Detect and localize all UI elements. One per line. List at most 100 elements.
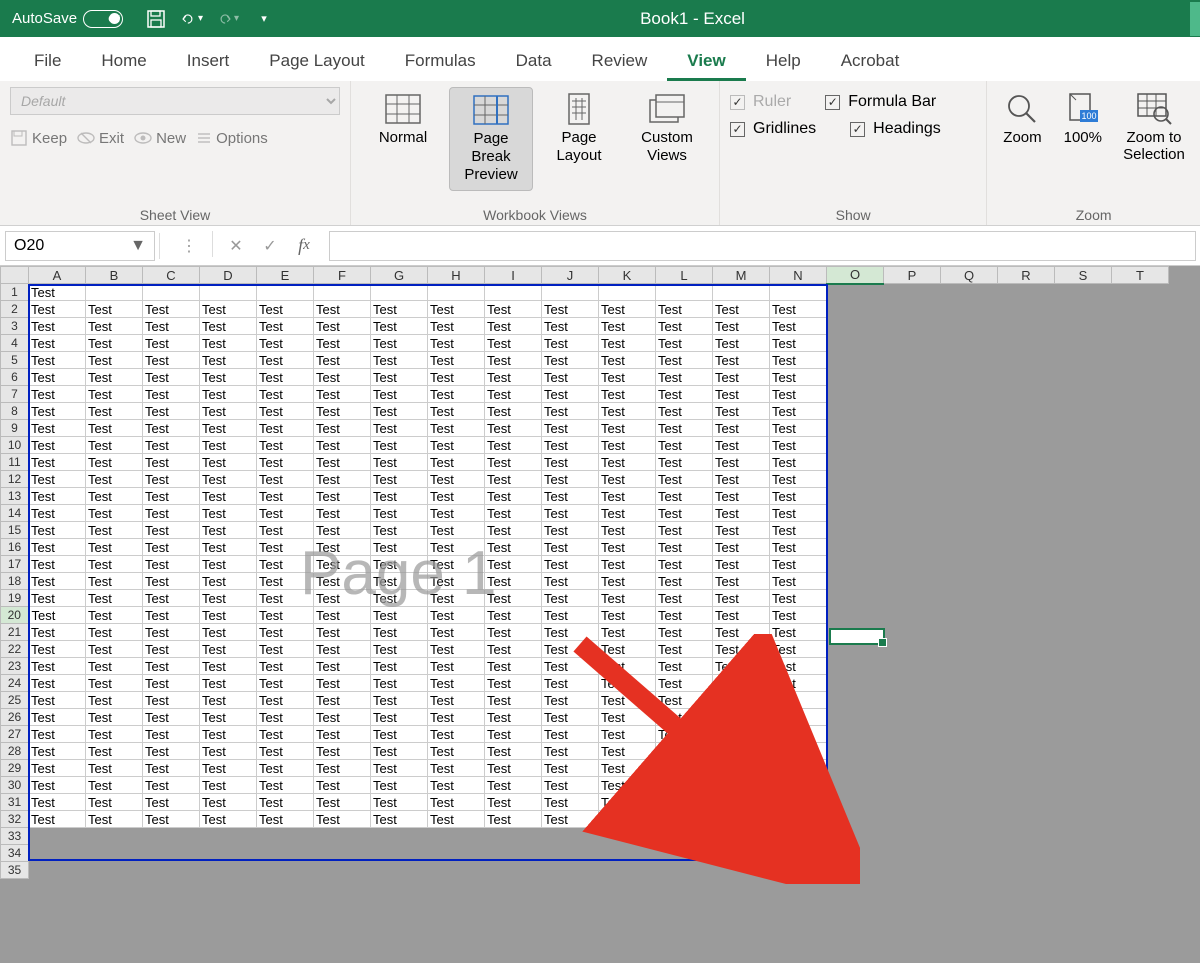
page-break-preview-button[interactable]: Page Break Preview <box>449 87 533 191</box>
cell[interactable]: Test <box>485 573 542 590</box>
cell[interactable] <box>998 522 1055 539</box>
cell[interactable] <box>998 488 1055 505</box>
cell[interactable] <box>827 692 884 709</box>
col-header-D[interactable]: D <box>200 267 257 284</box>
cell[interactable]: Test <box>485 386 542 403</box>
cell[interactable] <box>998 420 1055 437</box>
cell[interactable] <box>941 777 998 794</box>
cell[interactable]: Test <box>599 335 656 352</box>
row-header-15[interactable]: 15 <box>1 522 29 539</box>
cell[interactable]: Test <box>29 454 86 471</box>
cell[interactable]: Test <box>713 539 770 556</box>
cell[interactable]: Test <box>599 386 656 403</box>
cell[interactable]: Test <box>200 301 257 318</box>
cell[interactable]: Test <box>143 301 200 318</box>
cell[interactable]: Test <box>143 709 200 726</box>
cell[interactable] <box>1112 760 1169 777</box>
cell[interactable] <box>200 284 257 301</box>
cell[interactable] <box>1055 335 1112 352</box>
cell[interactable] <box>371 284 428 301</box>
cell[interactable]: Test <box>314 420 371 437</box>
cell[interactable]: Test <box>542 709 599 726</box>
cell[interactable]: Test <box>257 454 314 471</box>
cell[interactable] <box>827 658 884 675</box>
cell[interactable]: Test <box>713 301 770 318</box>
cell[interactable] <box>1055 301 1112 318</box>
cell[interactable]: Test <box>200 539 257 556</box>
cancel-icon[interactable]: ✕ <box>221 231 251 261</box>
cell[interactable] <box>257 828 314 845</box>
cell[interactable]: Test <box>257 573 314 590</box>
cell[interactable] <box>998 862 1055 879</box>
cell[interactable]: Test <box>200 335 257 352</box>
cell[interactable] <box>941 573 998 590</box>
cell[interactable]: Test <box>713 488 770 505</box>
cell[interactable]: Test <box>86 556 143 573</box>
cell[interactable] <box>998 811 1055 828</box>
cell[interactable]: Test <box>86 607 143 624</box>
cell[interactable]: Test <box>485 607 542 624</box>
cell[interactable]: Test <box>371 794 428 811</box>
cell[interactable]: Test <box>485 675 542 692</box>
cell[interactable]: Test <box>29 743 86 760</box>
cell[interactable] <box>941 692 998 709</box>
cell[interactable]: Test <box>485 743 542 760</box>
cell[interactable]: Test <box>599 743 656 760</box>
cell[interactable]: Test <box>542 726 599 743</box>
cell[interactable] <box>941 454 998 471</box>
cell[interactable]: Test <box>371 522 428 539</box>
cell[interactable] <box>941 352 998 369</box>
cell[interactable] <box>827 352 884 369</box>
col-header-Q[interactable]: Q <box>941 267 998 284</box>
cell[interactable]: Test <box>200 760 257 777</box>
cell[interactable]: Test <box>713 760 770 777</box>
cell[interactable] <box>998 539 1055 556</box>
cell[interactable] <box>884 318 941 335</box>
cell[interactable] <box>827 437 884 454</box>
cell[interactable]: Test <box>86 692 143 709</box>
cell[interactable] <box>998 403 1055 420</box>
cell[interactable]: Test <box>485 437 542 454</box>
cell[interactable]: Test <box>314 675 371 692</box>
cell[interactable]: Test <box>485 454 542 471</box>
cell[interactable]: Test <box>770 607 827 624</box>
cell[interactable] <box>770 284 827 301</box>
cell[interactable]: Test <box>200 692 257 709</box>
cell[interactable] <box>1112 607 1169 624</box>
cell[interactable]: Test <box>86 658 143 675</box>
cell[interactable]: Test <box>770 539 827 556</box>
cell[interactable]: Test <box>599 777 656 794</box>
cell[interactable]: Test <box>371 641 428 658</box>
cell[interactable]: Test <box>257 403 314 420</box>
tab-data[interactable]: Data <box>496 41 572 81</box>
cell[interactable] <box>998 828 1055 845</box>
cell[interactable]: Test <box>599 454 656 471</box>
cell[interactable]: Test <box>770 403 827 420</box>
cell[interactable]: Test <box>485 641 542 658</box>
cell[interactable] <box>827 369 884 386</box>
cell[interactable] <box>827 760 884 777</box>
row-header-2[interactable]: 2 <box>1 301 29 318</box>
page-layout-button[interactable]: Page Layout <box>537 87 621 191</box>
cell[interactable]: Test <box>371 335 428 352</box>
cell[interactable] <box>542 828 599 845</box>
cell[interactable]: Test <box>314 794 371 811</box>
cell[interactable]: Test <box>29 590 86 607</box>
cell[interactable] <box>1112 777 1169 794</box>
cell[interactable]: Test <box>713 658 770 675</box>
cell[interactable]: Test <box>599 488 656 505</box>
redo-icon[interactable]: ▾ <box>217 8 239 30</box>
cell[interactable]: Test <box>29 386 86 403</box>
cell[interactable]: Test <box>485 539 542 556</box>
save-icon[interactable] <box>145 8 167 30</box>
cell[interactable]: Test <box>314 743 371 760</box>
col-header-O[interactable]: O <box>827 267 884 284</box>
cell[interactable]: Test <box>485 777 542 794</box>
cell[interactable]: Test <box>314 335 371 352</box>
cell[interactable]: Test <box>770 641 827 658</box>
cell[interactable]: Test <box>200 556 257 573</box>
cell[interactable]: Test <box>143 624 200 641</box>
cell[interactable]: Test <box>314 403 371 420</box>
cell[interactable] <box>599 845 656 862</box>
cell[interactable] <box>1055 522 1112 539</box>
